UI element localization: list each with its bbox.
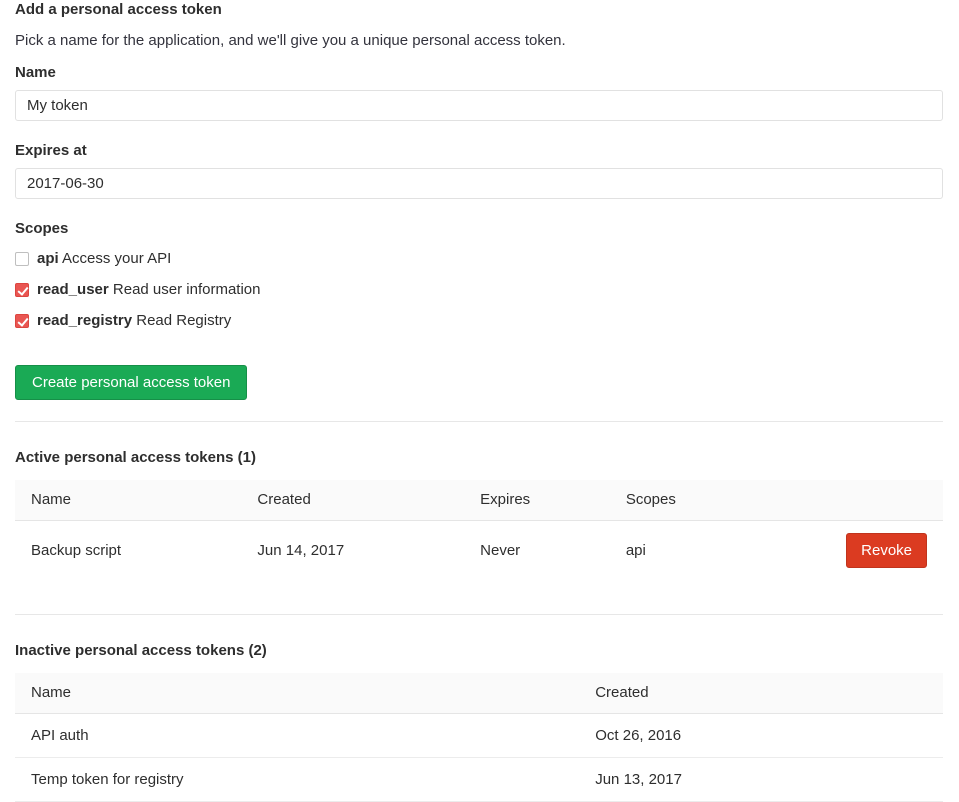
scope-api-checkbox[interactable] bbox=[15, 252, 29, 266]
scope-row-read-registry[interactable]: read_registry Read Registry bbox=[15, 312, 943, 329]
add-token-title: Add a personal access token bbox=[15, 1, 943, 19]
inactive-tokens-section: Inactive personal access tokens (2) Name… bbox=[15, 642, 943, 802]
token-name-cell: Backup script bbox=[15, 521, 241, 581]
create-token-button[interactable]: Create personal access token bbox=[15, 365, 247, 400]
inactive-tokens-header-row: Name Created bbox=[15, 673, 943, 714]
active-tokens-header-row: Name Created Expires Scopes bbox=[15, 480, 943, 521]
table-row: Backup script Jun 14, 2017 Never api Rev… bbox=[15, 521, 943, 581]
active-tokens-title: Active personal access tokens (1) bbox=[15, 449, 943, 467]
add-token-section: Add a personal access token Pick a name … bbox=[15, 1, 943, 400]
column-header-scopes: Scopes bbox=[610, 480, 774, 521]
scope-row-api[interactable]: api Access your API bbox=[15, 250, 943, 267]
scope-read-user-checkbox[interactable] bbox=[15, 283, 29, 297]
inactive-tokens-title: Inactive personal access tokens (2) bbox=[15, 642, 943, 660]
column-header-expires: Expires bbox=[464, 480, 610, 521]
token-created-cell: Jun 14, 2017 bbox=[241, 521, 464, 581]
section-divider bbox=[15, 614, 943, 615]
token-name-input[interactable] bbox=[15, 90, 943, 121]
scope-read-registry-checkbox[interactable] bbox=[15, 314, 29, 328]
token-name-cell: API auth bbox=[15, 714, 579, 758]
active-tokens-table: Name Created Expires Scopes Backup scrip… bbox=[15, 480, 943, 580]
scopes-label: Scopes bbox=[15, 220, 943, 237]
column-header-name: Name bbox=[15, 480, 241, 521]
token-expires-cell: Never bbox=[464, 521, 610, 581]
token-scopes-cell: api bbox=[610, 521, 774, 581]
token-action-cell: Revoke bbox=[774, 521, 943, 581]
scope-read-user-label: read_user Read user information bbox=[37, 281, 260, 298]
section-divider bbox=[15, 421, 943, 422]
active-tokens-section: Active personal access tokens (1) Name C… bbox=[15, 449, 943, 580]
table-row: Temp token for registry Jun 13, 2017 bbox=[15, 758, 943, 802]
scope-row-read-user[interactable]: read_user Read user information bbox=[15, 281, 943, 298]
token-created-cell: Jun 13, 2017 bbox=[579, 758, 943, 802]
expires-at-field-label: Expires at bbox=[15, 142, 943, 159]
scope-api-label: api Access your API bbox=[37, 250, 171, 267]
scope-read-registry-label: read_registry Read Registry bbox=[37, 312, 231, 329]
token-created-cell: Oct 26, 2016 bbox=[579, 714, 943, 758]
revoke-button[interactable]: Revoke bbox=[846, 533, 927, 568]
add-token-description: Pick a name for the application, and we'… bbox=[15, 32, 943, 49]
expires-at-input[interactable] bbox=[15, 168, 943, 199]
name-field-label: Name bbox=[15, 64, 943, 81]
table-row: API auth Oct 26, 2016 bbox=[15, 714, 943, 758]
inactive-tokens-table: Name Created API auth Oct 26, 2016 Temp … bbox=[15, 673, 943, 802]
column-header-created: Created bbox=[241, 480, 464, 521]
token-name-cell: Temp token for registry bbox=[15, 758, 579, 802]
column-header-name: Name bbox=[15, 673, 579, 714]
column-header-created: Created bbox=[579, 673, 943, 714]
column-header-actions bbox=[774, 480, 943, 521]
